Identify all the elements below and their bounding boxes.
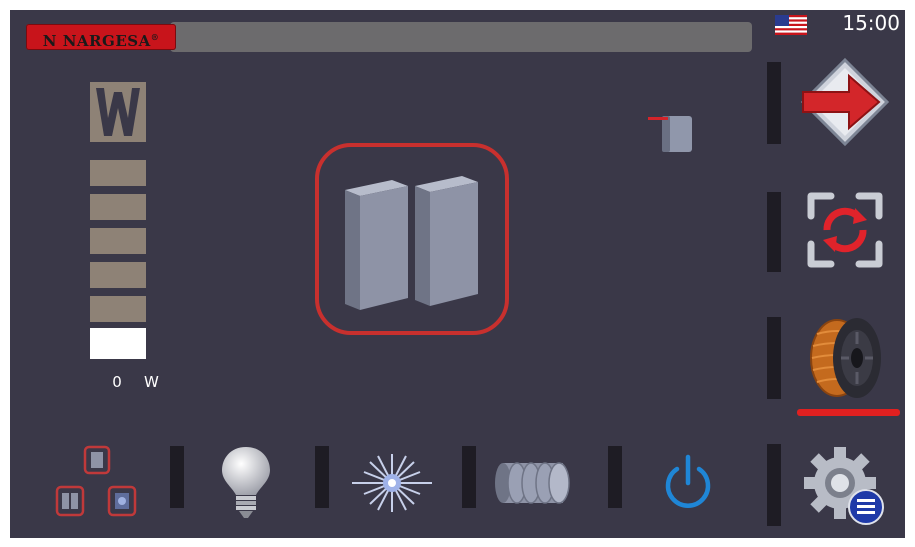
stacked-discs-icon	[495, 462, 570, 504]
modes-button[interactable]	[40, 438, 150, 528]
title-bar	[170, 22, 752, 52]
settings-button[interactable]	[795, 436, 895, 536]
laser-button[interactable]	[336, 438, 448, 528]
brand-logo: N NARGESA®	[26, 24, 176, 50]
power-icon	[665, 454, 711, 508]
three-modes-icon	[55, 445, 137, 517]
us-flag-icon[interactable]	[775, 15, 807, 35]
copper-spool-icon	[810, 318, 881, 398]
screen: N NARGESA® 15:00 0 W	[0, 0, 915, 547]
light-bulb-icon	[222, 447, 270, 518]
power-unit: W	[144, 373, 159, 391]
two-blocks-icon	[345, 176, 478, 310]
gear-list-icon	[804, 447, 884, 525]
hmi-panel: N NARGESA® 15:00 0 W	[10, 10, 905, 538]
side-slot	[767, 317, 781, 399]
stack-button[interactable]	[484, 438, 596, 528]
cutting-part-icon	[648, 116, 692, 152]
side-slot	[767, 192, 781, 272]
meter-segment	[90, 228, 146, 254]
exit-button[interactable]	[795, 52, 895, 152]
meter-segment	[90, 262, 146, 288]
clock: 15:00	[842, 11, 900, 35]
wire-spool-button[interactable]	[795, 308, 895, 408]
bottom-separator	[315, 446, 329, 508]
meter-segment	[90, 160, 146, 186]
side-slot	[767, 444, 781, 526]
bottom-separator	[608, 446, 622, 508]
red-arrow-exit-icon	[800, 57, 890, 147]
rotate-frame-icon	[807, 192, 883, 268]
light-button[interactable]	[190, 438, 302, 528]
bottom-separator	[170, 446, 184, 508]
active-indicator	[797, 409, 900, 416]
w-letter-icon	[90, 82, 146, 142]
meter-level-segment	[90, 328, 146, 359]
side-slot	[767, 62, 781, 144]
refresh-button[interactable]	[795, 180, 895, 280]
bottom-separator	[462, 446, 476, 508]
power-value: 0	[112, 373, 122, 391]
power-button[interactable]	[632, 438, 744, 528]
meter-segment	[90, 296, 146, 322]
brand-logo-text: N NARGESA®	[42, 32, 160, 50]
laser-burst-icon	[352, 454, 432, 512]
meter-segment	[90, 194, 146, 220]
